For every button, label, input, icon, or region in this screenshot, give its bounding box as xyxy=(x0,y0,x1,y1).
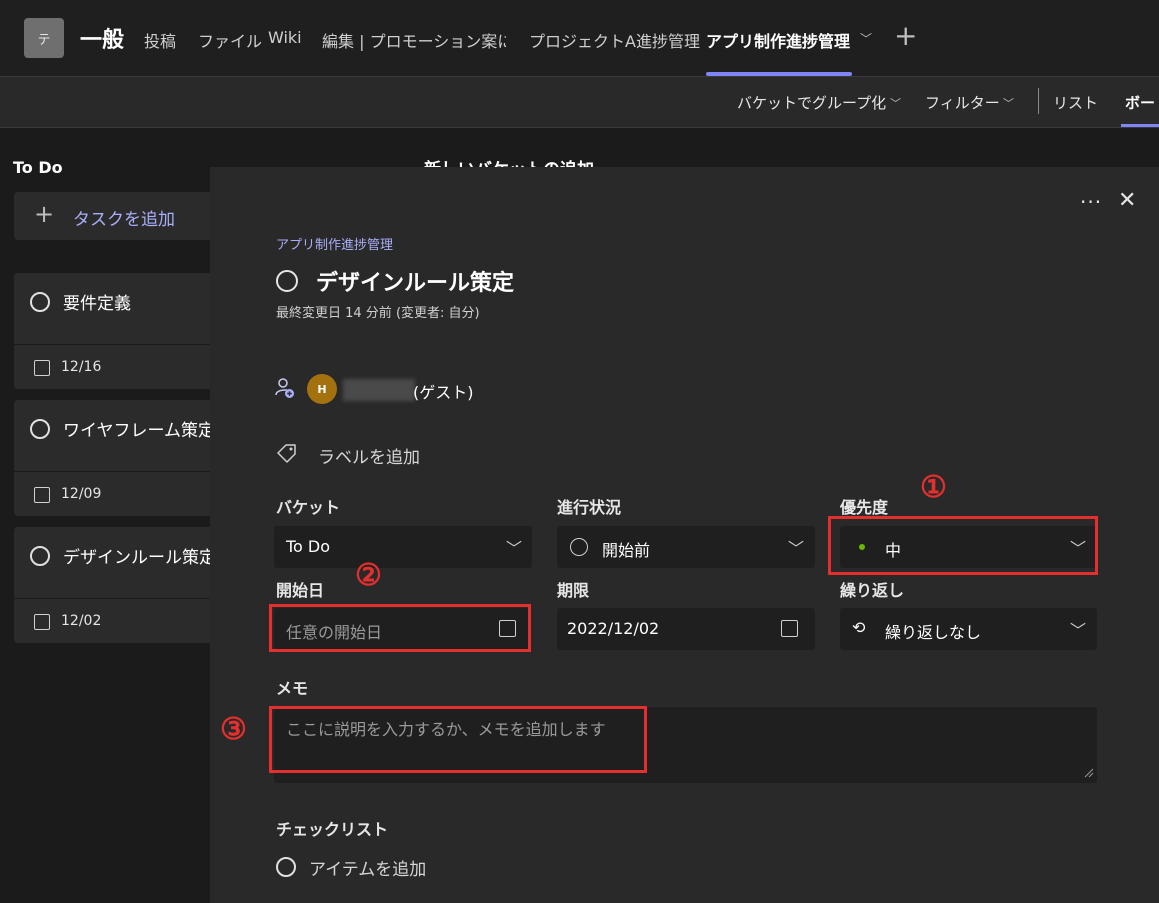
annotation-number-2: ② xyxy=(355,558,382,593)
card-title: 要件定義 xyxy=(63,294,131,314)
priority-highlight-box xyxy=(828,516,1098,575)
card-divider xyxy=(14,471,214,472)
checklist-label: チェックリスト xyxy=(276,820,389,839)
board-view-button[interactable]: ボード xyxy=(1125,92,1159,113)
task-title[interactable]: デザインルール策定 xyxy=(316,265,514,297)
bucket-title[interactable]: To Do xyxy=(13,158,63,177)
assignee-guest-label: (ゲスト) xyxy=(413,383,474,402)
calendar-icon xyxy=(34,614,50,630)
calendar-icon xyxy=(34,487,50,503)
complete-circle-icon[interactable] xyxy=(30,419,50,439)
complete-circle-icon[interactable] xyxy=(30,292,50,312)
assignee-avatar[interactable]: H xyxy=(307,374,337,404)
tab-project-a[interactable]: プロジェクトA進捗管理 xyxy=(529,28,700,52)
card-title: デザインルール策定 xyxy=(63,548,210,568)
assign-user-icon[interactable] xyxy=(275,377,295,399)
calendar-icon xyxy=(34,360,50,376)
plus-icon: + xyxy=(34,200,55,228)
add-task-label: タスクを追加 xyxy=(73,210,175,230)
annotation-number-3: ③ xyxy=(220,712,247,747)
repeat-field-label: 繰り返し xyxy=(840,581,905,600)
card-divider xyxy=(14,344,214,345)
not-started-circle-icon xyxy=(570,538,588,556)
progress-field-label: 進行状況 xyxy=(557,498,622,517)
toolbar-divider xyxy=(1038,88,1039,114)
card-due-date: 12/02 xyxy=(61,613,102,629)
bucket-field-label: バケット xyxy=(276,498,341,517)
annotation-number-1: ① xyxy=(920,470,947,505)
tab-app-progress[interactable]: アプリ制作進捗管理 xyxy=(706,28,850,52)
due-date-field-label: 期限 xyxy=(557,581,590,600)
active-tab-indicator xyxy=(706,72,852,76)
add-label-button[interactable]: ラベルを追加 xyxy=(318,443,420,468)
progress-select[interactable] xyxy=(557,526,815,568)
due-date-value: 2022/12/02 xyxy=(567,619,660,638)
tab-chevron-down-icon[interactable]: ﹀ xyxy=(860,30,872,47)
chevron-down-icon: ﹀ xyxy=(788,539,805,558)
repeat-value: 繰り返しなし xyxy=(885,623,982,642)
repeat-icon: ⟲ xyxy=(852,618,866,637)
plan-name: アプリ制作進捗管理 xyxy=(276,238,394,253)
memo-highlight-box xyxy=(269,706,647,773)
calendar-icon[interactable] xyxy=(781,620,798,637)
memo-field-label: メモ xyxy=(276,679,309,698)
tab-posts[interactable]: 投稿 xyxy=(144,28,176,52)
task-complete-circle-icon[interactable] xyxy=(276,270,298,292)
chevron-down-icon: ﹀ xyxy=(1070,621,1087,640)
close-icon[interactable]: ✕ xyxy=(1118,188,1136,213)
priority-field-label: 優先度 xyxy=(840,498,889,517)
team-avatar[interactable]: テ xyxy=(24,18,64,58)
board-view-indicator xyxy=(1121,124,1159,127)
group-by-chevron-icon: ﹀ xyxy=(890,97,901,110)
tab-wiki[interactable]: Wiki xyxy=(268,28,302,47)
last-modified-text: 最終変更日 14 分前 (変更者: 自分) xyxy=(276,306,480,321)
add-tab-icon[interactable]: + xyxy=(894,22,917,50)
card-due-date: 12/16 xyxy=(61,359,102,375)
card-due-date: 12/09 xyxy=(61,486,102,502)
start-date-field-label: 開始日 xyxy=(276,581,325,600)
bucket-value: To Do xyxy=(286,537,331,556)
card-title: ワイヤフレーム策定 xyxy=(63,421,210,441)
resize-grip-icon[interactable] xyxy=(1084,768,1094,778)
complete-circle-icon[interactable] xyxy=(30,546,50,566)
filter-button[interactable]: フィルター xyxy=(925,92,1000,113)
tab-files[interactable]: ファイル xyxy=(198,28,262,52)
assignee-name-redacted xyxy=(343,379,415,401)
card-divider xyxy=(14,598,214,599)
tag-icon xyxy=(277,444,296,463)
progress-value: 開始前 xyxy=(602,541,651,560)
filter-chevron-icon: ﹀ xyxy=(1003,97,1014,110)
start-date-highlight-box xyxy=(269,604,531,652)
chevron-down-icon: ﹀ xyxy=(506,539,523,558)
group-by-button[interactable]: バケットでグループ化 xyxy=(737,92,886,113)
checklist-circle-icon xyxy=(276,857,296,877)
list-view-button[interactable]: リスト xyxy=(1053,92,1098,113)
more-options-icon[interactable]: ··· xyxy=(1080,190,1102,214)
tab-edit-promotion[interactable]: 編集 | プロモーション案に... xyxy=(322,28,506,52)
channel-title: 一般 xyxy=(80,28,125,53)
add-checklist-item-button[interactable]: アイテムを追加 xyxy=(309,855,426,880)
